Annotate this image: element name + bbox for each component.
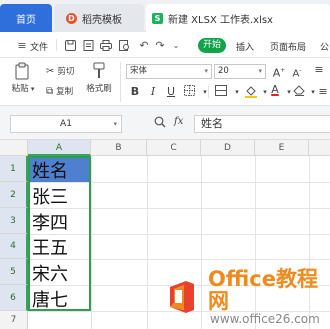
menu-insert[interactable]: 插入 — [236, 40, 254, 53]
export-pdf-icon[interactable] — [80, 37, 96, 53]
redo-icon[interactable]: ↷ — [152, 37, 168, 53]
chevron-down-icon: ▾ — [113, 120, 117, 128]
font-name-value: 宋体 — [130, 66, 148, 76]
paste-label: 粘贴 — [11, 84, 29, 94]
paste-button[interactable]: 粘贴 ▾ — [8, 62, 38, 94]
watermark: Office教程网 www.office26.com — [164, 268, 330, 326]
column-header-c[interactable]: C — [147, 140, 201, 156]
menu-file[interactable]: 文件 — [30, 40, 48, 53]
save-icon[interactable] — [62, 37, 78, 53]
column-header-b[interactable]: B — [91, 140, 147, 156]
cell-a6[interactable]: 唐七 — [29, 286, 89, 311]
copy-button[interactable]: ⧉ 复制 — [46, 84, 73, 98]
tab-templates[interactable]: D 稻壳模板 — [54, 4, 144, 32]
cut-button[interactable]: ✂ 剪切 — [46, 64, 74, 78]
ribbon-home: 粘贴 ▾ ✂ 剪切 ⧉ 复制 格式刷 宋体 ▾ 20 ▾ A+ A- ≡ B I U ▾… — [0, 58, 330, 106]
cell-a2[interactable]: 张三 — [29, 183, 89, 208]
tab-home-label: 首页 — [16, 14, 36, 26]
tab-home[interactable]: 首页 — [0, 4, 52, 32]
hamburger-menu-icon[interactable]: ≡ — [14, 37, 30, 53]
print-preview-icon[interactable] — [116, 37, 132, 53]
column-header-a[interactable]: A — [28, 140, 91, 156]
column-header-e[interactable]: E — [255, 140, 309, 156]
formula-bar: A1 ▾ fx 姓名 — [0, 106, 330, 140]
format-painter-label: 格式刷 — [86, 84, 112, 94]
fx-button[interactable]: fx — [174, 116, 183, 127]
row-header-1[interactable]: 1 — [0, 156, 28, 182]
clear-format-icon[interactable] — [292, 85, 306, 99]
cell-a4[interactable]: 王五 — [29, 235, 89, 259]
tab-templates-label: 稻壳模板 — [82, 14, 122, 26]
tab-bar: 首页 D 稻壳模板 S 新建 XLSX 工作表.xlsx — [0, 0, 330, 32]
name-box-value: A1 — [60, 119, 72, 129]
bold-button[interactable]: B — [128, 85, 142, 99]
docer-logo-icon: D — [66, 12, 77, 24]
increase-font-icon[interactable]: A+ — [272, 64, 286, 80]
align-top-icon[interactable]: ≡ — [312, 63, 326, 77]
merge-dropdown-icon[interactable]: ▾ — [230, 85, 244, 99]
row-header-4[interactable]: 4 — [0, 234, 28, 259]
row-header-3[interactable]: 3 — [0, 208, 28, 234]
spreadsheet-icon: S — [152, 12, 163, 24]
column-header-f[interactable] — [309, 140, 330, 156]
decrease-font-icon[interactable]: A- — [290, 64, 304, 79]
office-logo-icon — [164, 279, 200, 315]
align-left-icon[interactable]: ≡ — [316, 85, 330, 99]
paste-icon — [8, 62, 38, 80]
cut-label: 剪切 — [57, 67, 75, 77]
formula-input[interactable]: 姓名 — [194, 115, 330, 133]
cell-a3[interactable]: 李四 — [29, 209, 89, 234]
formula-value: 姓名 — [201, 117, 223, 130]
font-name-select[interactable]: 宋体 ▾ — [126, 64, 212, 79]
menu-formulas[interactable]: 公 — [320, 40, 329, 53]
undo-icon[interactable]: ↶ — [136, 37, 152, 53]
menu-start[interactable]: 开始 — [198, 38, 226, 53]
spreadsheet-window: 首页 D 稻壳模板 S 新建 XLSX 工作表.xlsx ≡ 文件 ↶ ↷ ⌄ … — [0, 0, 330, 329]
font-color-button[interactable]: A — [268, 83, 282, 97]
column-header-d[interactable]: D — [201, 140, 255, 156]
row-header-5[interactable]: 5 — [0, 259, 28, 285]
borders-icon[interactable] — [182, 85, 196, 99]
cell-a1[interactable]: 姓名 — [29, 157, 89, 182]
tab-workbook[interactable]: S 新建 XLSX 工作表.xlsx — [146, 4, 330, 32]
font-size-value: 20 — [218, 66, 229, 76]
underline-button[interactable]: U — [164, 85, 178, 99]
copy-label: 复制 — [56, 87, 74, 97]
select-all-corner[interactable] — [0, 140, 28, 156]
zoom-search-icon[interactable] — [154, 116, 166, 131]
watermark-title: Office教程网 — [208, 267, 318, 313]
name-box[interactable]: A1 ▾ — [10, 115, 122, 133]
print-icon[interactable] — [98, 37, 114, 53]
chevron-down-icon: ▾ — [258, 67, 262, 75]
copy-icon: ⧉ — [46, 85, 54, 97]
scissors-icon: ✂ — [46, 65, 55, 77]
quick-access-dropdown-icon[interactable]: ⌄ — [168, 37, 184, 53]
watermark-url: www.office26.com — [210, 312, 320, 326]
menu-bar: ≡ 文件 ↶ ↷ ⌄ 开始 插入 页面布局 公 — [0, 32, 330, 58]
fill-color-icon[interactable] — [244, 85, 258, 99]
row-header-6[interactable]: 6 — [0, 285, 28, 311]
brush-icon — [84, 62, 114, 80]
chevron-down-icon: ▾ — [204, 67, 208, 75]
font-size-select[interactable]: 20 ▾ — [214, 64, 266, 79]
cell-a5[interactable]: 宋六 — [29, 260, 89, 285]
menu-page-layout[interactable]: 页面布局 — [270, 40, 306, 53]
borders-dropdown-icon[interactable]: ▾ — [198, 85, 212, 99]
format-painter-button[interactable]: 格式刷 — [84, 62, 114, 94]
row-header-7[interactable]: 7 — [0, 311, 28, 329]
row-header-2[interactable]: 2 — [0, 182, 28, 208]
tab-workbook-label: 新建 XLSX 工作表.xlsx — [168, 14, 273, 26]
italic-button[interactable]: I — [146, 85, 160, 99]
merge-cells-icon[interactable] — [214, 85, 228, 99]
